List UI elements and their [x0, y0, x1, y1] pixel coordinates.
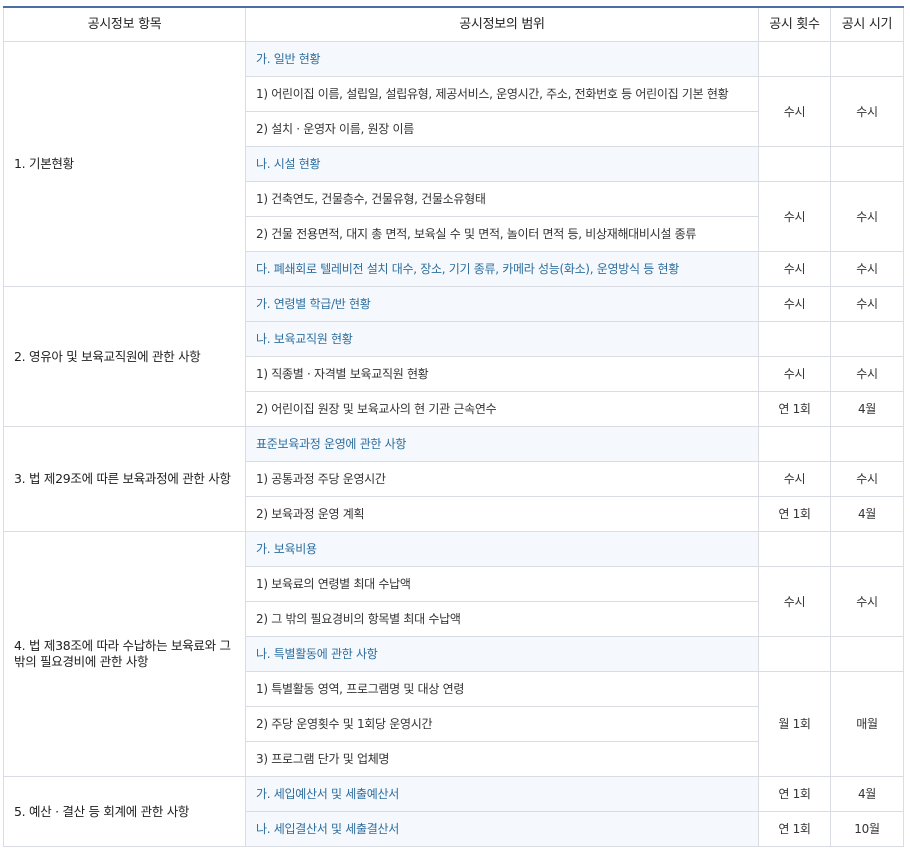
category-accounting: 5. 예산 · 결산 등 회계에 관한 사항 [3, 776, 246, 847]
empty-cell [830, 426, 904, 462]
header-row: 공시정보 항목 공시정보의 범위 공시 횟수 공시 시기 [3, 6, 904, 42]
scope-cell: 2) 보육과정 운영 계획 [245, 496, 759, 532]
empty-cell [758, 531, 831, 567]
count-cell: 수시 [758, 286, 831, 322]
count-cell: 수시 [758, 76, 831, 147]
count-cell: 연 1회 [758, 811, 831, 847]
scope-cell: 2) 주당 운영횟수 및 1회당 운영시간 [245, 706, 759, 742]
empty-cell [830, 531, 904, 567]
category-children-staff: 2. 영유아 및 보육교직원에 관한 사항 [3, 286, 246, 427]
scope-cell: 가. 연령별 학급/반 현황 [245, 286, 759, 322]
category-basic: 1. 기본현황 [3, 41, 246, 287]
time-cell: 4월 [830, 496, 904, 532]
table-row: 2. 영유아 및 보육교직원에 관한 사항 가. 연령별 학급/반 현황 수시 … [3, 286, 904, 427]
table-row: 1. 기본현황 가. 일반 현황 [3, 41, 904, 287]
scope-cell: 나. 세입결산서 및 세출결산서 [245, 811, 759, 847]
count-cell: 월 1회 [758, 671, 831, 777]
time-cell: 수시 [830, 76, 904, 147]
scope-cell: 나. 보육교직원 현황 [245, 321, 759, 357]
table-row: 3. 법 제29조에 따른 보육과정에 관한 사항 표준보육과정 운영에 관한 … [3, 426, 904, 532]
scope-cell: 2) 건물 전용면적, 대지 총 면적, 보육실 수 및 면적, 놀이터 면적 … [245, 216, 759, 252]
count-cell: 수시 [758, 356, 831, 392]
time-cell: 4월 [830, 391, 904, 427]
empty-cell [758, 426, 831, 462]
time-cell: 4월 [830, 776, 904, 812]
count-cell: 수시 [758, 566, 831, 637]
empty-cell [758, 636, 831, 672]
empty-cell [758, 321, 831, 357]
header-time: 공시 시기 [830, 6, 904, 42]
header-item: 공시정보 항목 [3, 6, 246, 42]
header-scope: 공시정보의 범위 [245, 6, 759, 42]
scope-cell: 2) 설치 · 운영자 이름, 원장 이름 [245, 111, 759, 147]
category-fees: 4. 법 제38조에 따라 수납하는 보육료와 그 밖의 필요경비에 관한 사항 [3, 531, 246, 777]
category-curriculum: 3. 법 제29조에 따른 보육과정에 관한 사항 [3, 426, 246, 532]
scope-cell: 다. 폐쇄회로 텔레비전 설치 대수, 장소, 기기 종류, 카메라 성능(화소… [245, 251, 759, 287]
scope-cell: 1) 보육료의 연령별 최대 수납액 [245, 566, 759, 602]
time-cell: 수시 [830, 286, 904, 322]
scope-cell: 3) 프로그램 단가 및 업체명 [245, 741, 759, 777]
time-cell: 10월 [830, 811, 904, 847]
time-cell: 매월 [830, 671, 904, 777]
scope-cell: 1) 건축연도, 건물층수, 건물유형, 건물소유형태 [245, 181, 759, 217]
scope-cell: 가. 보육비용 [245, 531, 759, 567]
scope-cell: 1) 특별활동 영역, 프로그램명 및 대상 연령 [245, 671, 759, 707]
scope-cell: 가. 세입예산서 및 세출예산서 [245, 776, 759, 812]
count-cell: 수시 [758, 251, 831, 287]
empty-cell [758, 41, 831, 77]
empty-cell [830, 636, 904, 672]
empty-cell [758, 146, 831, 182]
empty-cell [830, 41, 904, 77]
scope-cell: 1) 직종별 · 자격별 보육교직원 현황 [245, 356, 759, 392]
time-cell: 수시 [830, 181, 904, 252]
time-cell: 수시 [830, 566, 904, 637]
empty-cell [830, 146, 904, 182]
scope-cell: 2) 어린이집 원장 및 보육교사의 현 기관 근속연수 [245, 391, 759, 427]
count-cell: 연 1회 [758, 776, 831, 812]
scope-cell: 나. 특별활동에 관한 사항 [245, 636, 759, 672]
scope-cell: 2) 그 밖의 필요경비의 항목별 최대 수납액 [245, 601, 759, 637]
empty-cell [830, 321, 904, 357]
scope-cell: 1) 어린이집 이름, 설립일, 설립유형, 제공서비스, 운영시간, 주소, … [245, 76, 759, 112]
count-cell: 연 1회 [758, 391, 831, 427]
time-cell: 수시 [830, 356, 904, 392]
table-row: 4. 법 제38조에 따라 수납하는 보육료와 그 밖의 필요경비에 관한 사항… [3, 531, 904, 777]
time-cell: 수시 [830, 251, 904, 287]
scope-cell: 가. 일반 현황 [245, 41, 759, 77]
table-row: 5. 예산 · 결산 등 회계에 관한 사항 가. 세입예산서 및 세출예산서 … [3, 776, 904, 847]
scope-cell: 표준보육과정 운영에 관한 사항 [245, 426, 759, 462]
time-cell: 수시 [830, 461, 904, 497]
scope-cell: 나. 시설 현황 [245, 146, 759, 182]
count-cell: 연 1회 [758, 496, 831, 532]
count-cell: 수시 [758, 461, 831, 497]
header-count: 공시 횟수 [758, 6, 831, 42]
disclosure-table: 공시정보 항목 공시정보의 범위 공시 횟수 공시 시기 1. 기본현황 가. … [3, 6, 904, 847]
scope-cell: 1) 공통과정 주당 운영시간 [245, 461, 759, 497]
count-cell: 수시 [758, 181, 831, 252]
